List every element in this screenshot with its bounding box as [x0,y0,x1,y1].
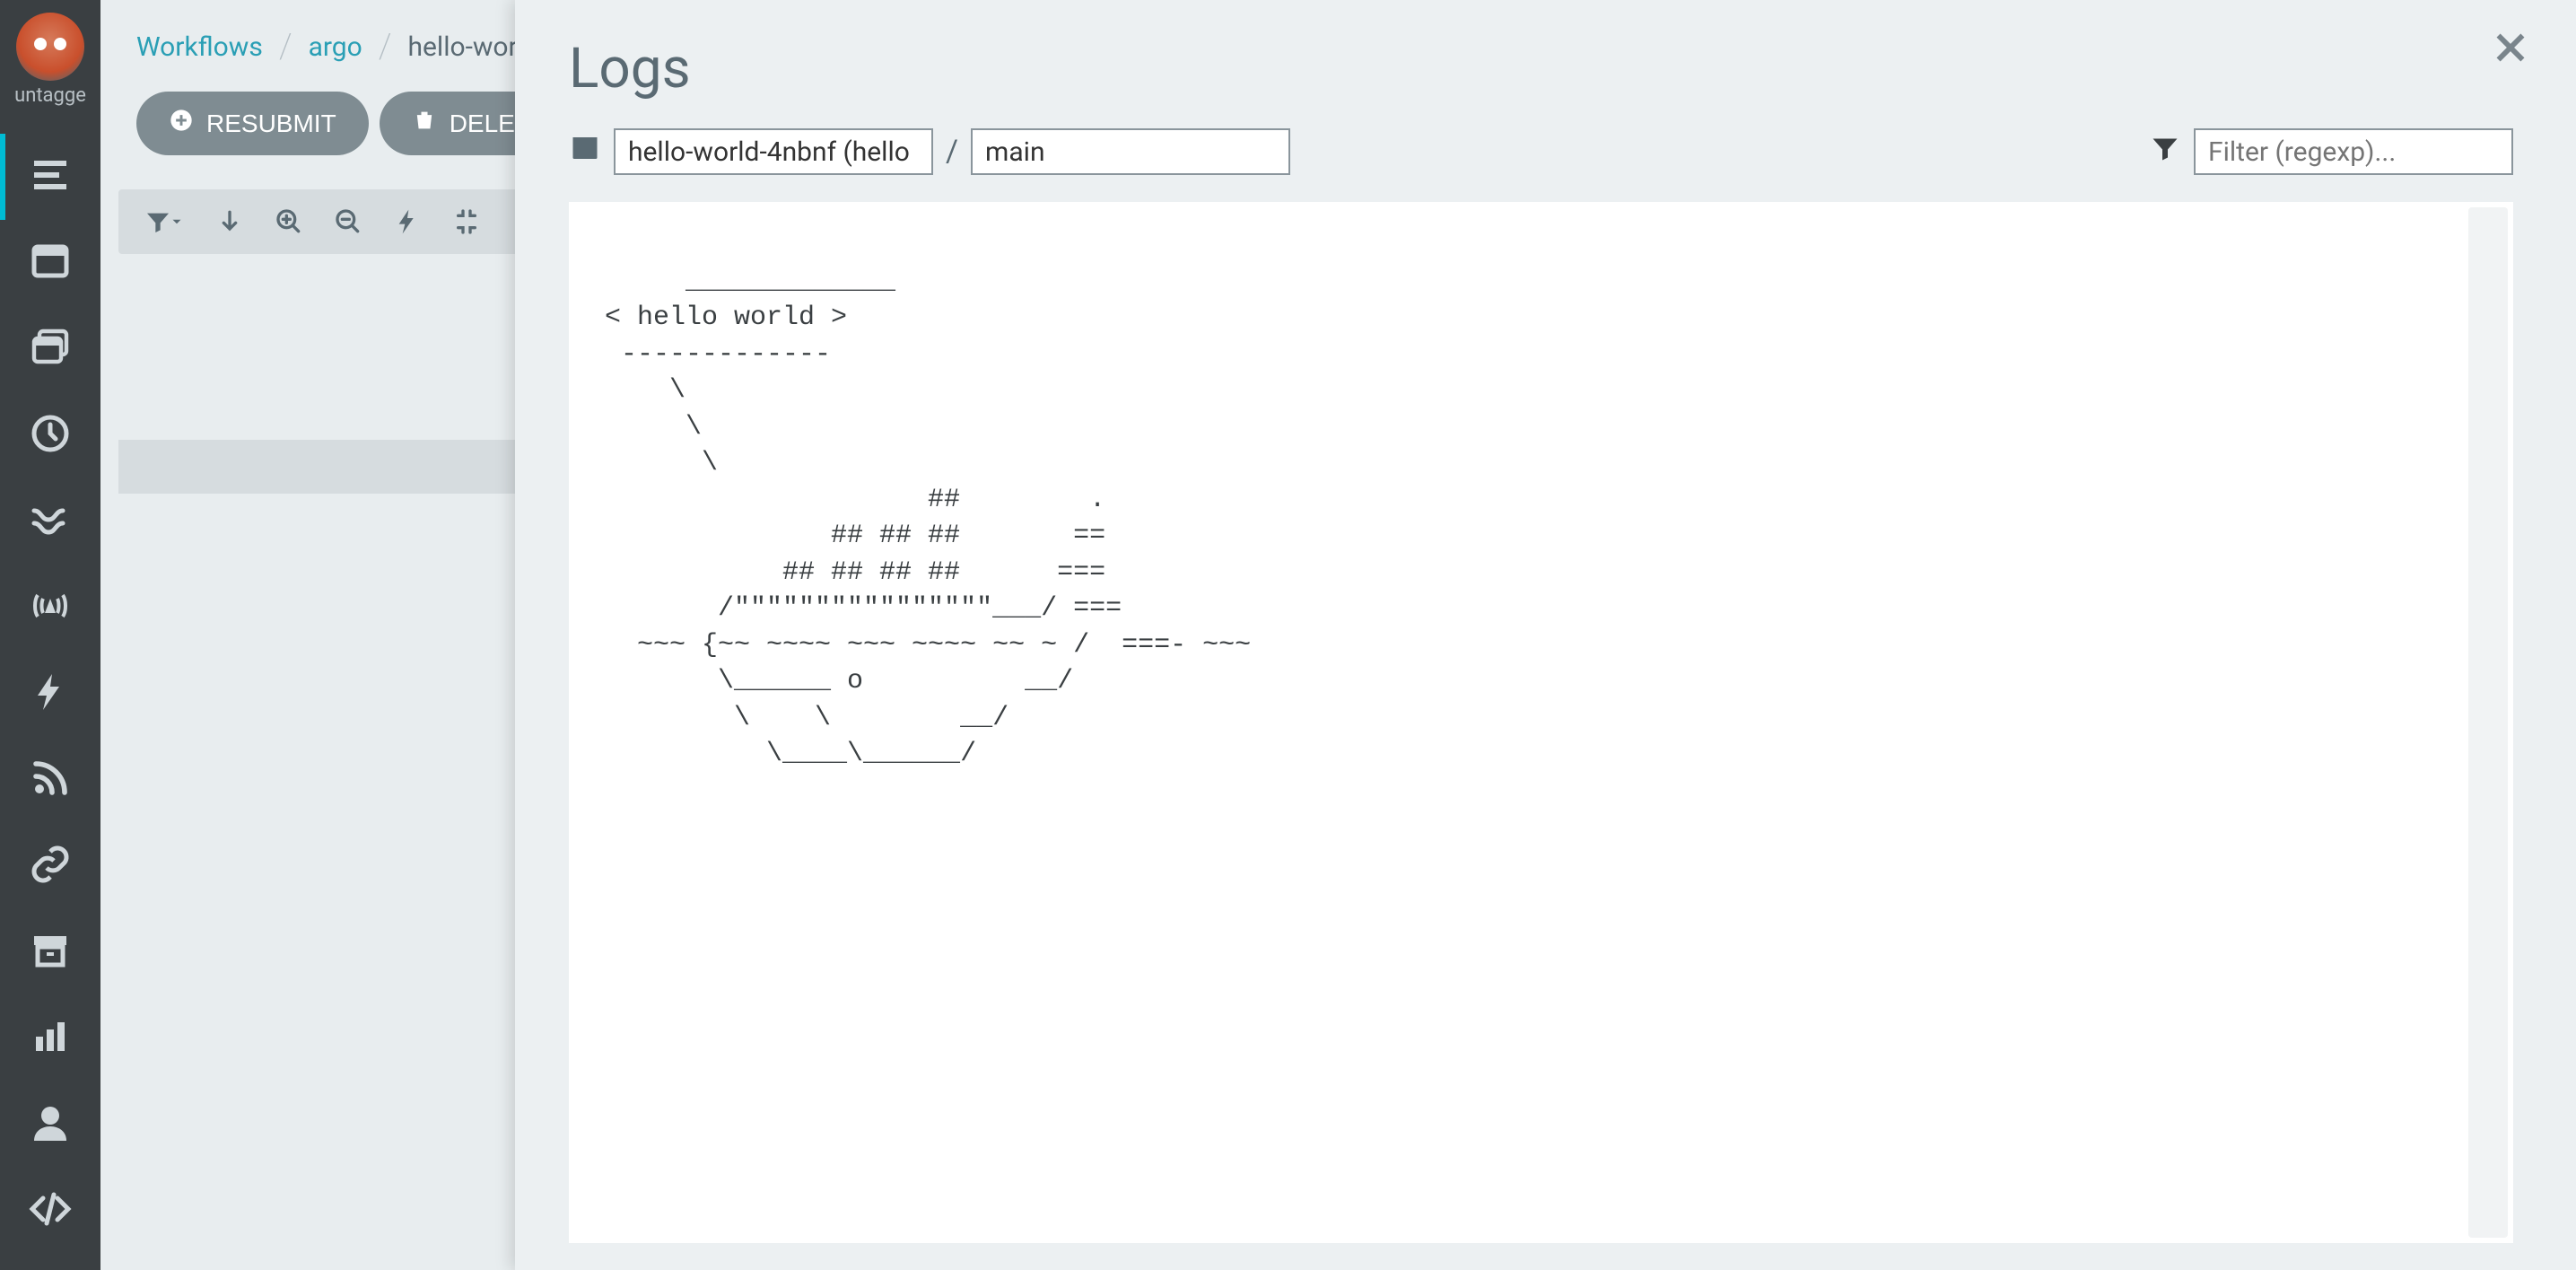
separator: / [946,134,958,170]
zoom-in-icon[interactable] [275,207,303,236]
log-output: _____________ < hello world > ----------… [569,202,2513,1243]
windows-stack-icon [29,326,72,372]
bolt-icon[interactable] [393,207,422,236]
sidebar-item-timeline[interactable] [0,134,100,220]
trash-icon [412,108,437,139]
sidebar: untagge [0,0,100,1270]
sidebar-item-sensors[interactable] [0,565,100,651]
box-icon [569,132,601,171]
flow-icon [29,498,72,545]
clock-icon [29,412,72,459]
bars-staggered-icon [29,153,72,200]
link-icon [29,843,72,889]
breadcrumb-workflows[interactable]: Workflows [136,31,263,63]
plus-circle-icon [169,108,194,139]
logs-panel: Logs / _____________ < hello world > ---… [515,0,2576,1270]
filter-dropdown-icon[interactable] [144,207,185,236]
chart-bar-icon [29,1015,72,1062]
breadcrumb-sep-icon: / [379,27,392,66]
log-content: _____________ < hello world > ----------… [605,267,1251,770]
sidebar-item-feed[interactable] [0,737,100,823]
version-label: untagge [14,84,86,107]
window-icon [29,240,72,286]
user-icon [29,1101,72,1148]
code-icon [29,1187,72,1234]
sidebar-item-stacked[interactable] [0,306,100,392]
panel-controls: / [569,128,2513,175]
bolt-icon [29,670,72,717]
sidebar-item-flow[interactable] [0,478,100,565]
filter-input[interactable] [2194,128,2513,175]
container-select[interactable] [971,128,1290,175]
close-button[interactable] [2490,27,2531,72]
arrow-down-icon[interactable] [215,207,244,236]
sidebar-item-templates[interactable] [0,220,100,306]
breadcrumb-namespace[interactable]: argo [309,31,362,63]
compress-icon[interactable] [452,207,481,236]
antenna-icon [29,584,72,631]
panel-title: Logs [569,36,2513,101]
resubmit-button[interactable]: RESUBMIT [136,92,369,155]
rss-icon [29,757,72,803]
sidebar-item-links[interactable] [0,823,100,909]
archive-icon [29,929,72,976]
resubmit-label: RESUBMIT [206,109,336,138]
sidebar-item-archive[interactable] [0,909,100,995]
argo-logo [16,13,84,81]
close-icon [2490,55,2531,72]
sidebar-item-user[interactable] [0,1082,100,1168]
scrollbar[interactable] [2468,207,2508,1238]
sidebar-item-cron[interactable] [0,392,100,478]
breadcrumb-sep-icon: / [279,27,293,66]
sidebar-item-events[interactable] [0,651,100,737]
filter-icon [2149,132,2181,171]
sidebar-item-reports[interactable] [0,995,100,1082]
pod-select[interactable] [614,128,933,175]
zoom-out-icon[interactable] [334,207,362,236]
sidebar-item-api[interactable] [0,1168,100,1254]
